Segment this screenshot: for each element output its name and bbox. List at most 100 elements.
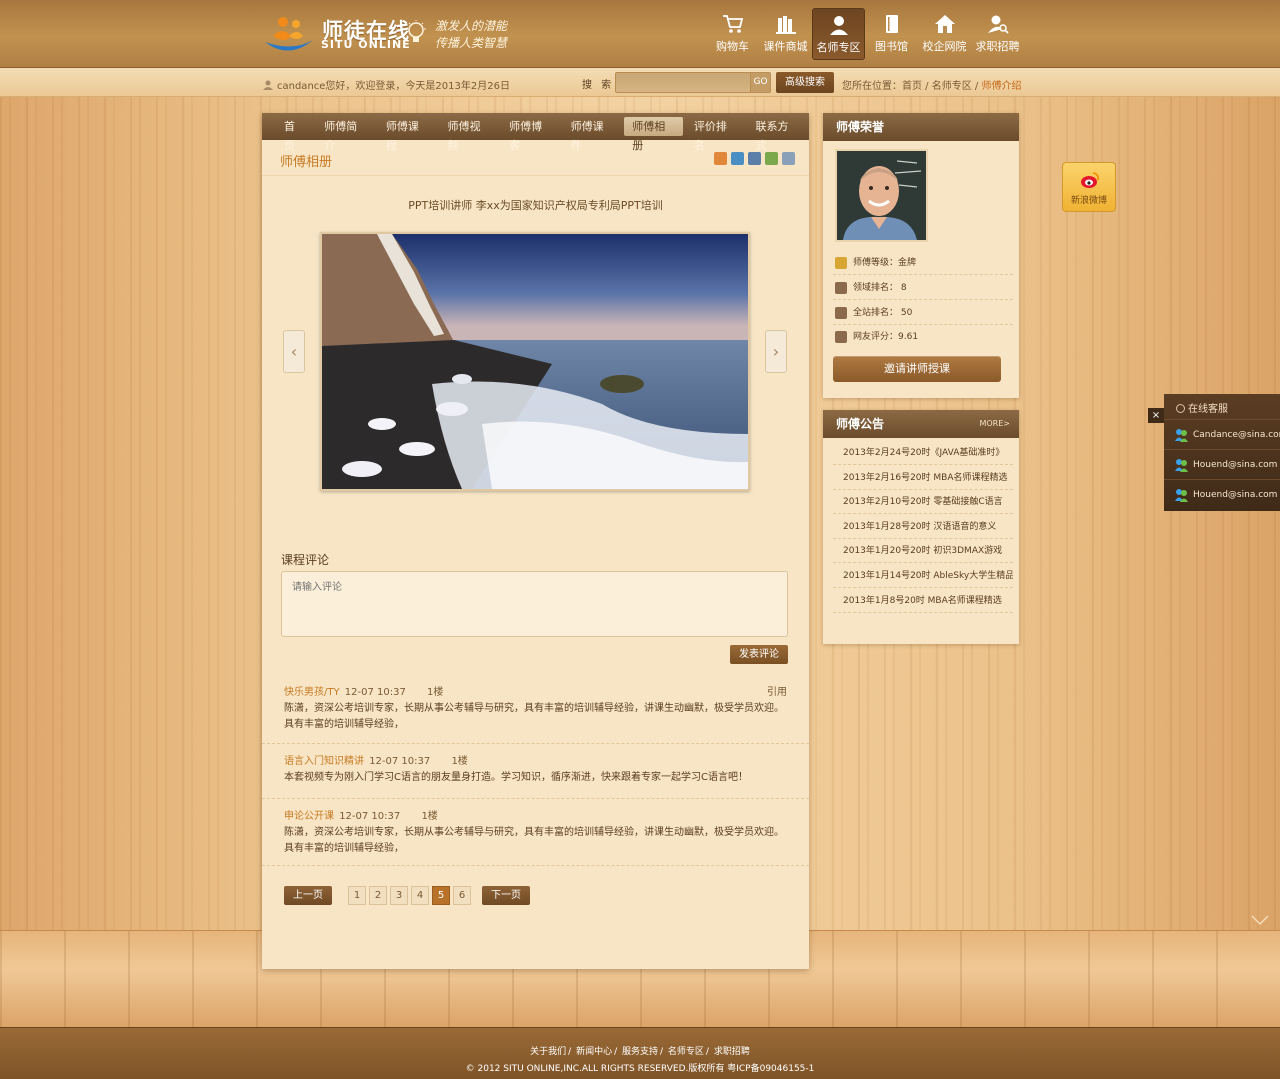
footer-link-support[interactable]: 服务支持	[622, 1047, 658, 1057]
honor-field-rank: 领域排名： 8	[853, 283, 907, 293]
kefu-close-button[interactable]: ×	[1148, 408, 1164, 423]
breadcrumb-teacher-zone[interactable]: 名师专区	[932, 81, 972, 92]
rss-icon[interactable]	[714, 152, 727, 165]
honor-level-row: 师傅等级：金牌	[833, 251, 1013, 275]
notice-box: 师傅公告 MORE> 2013年2月24号20时《JAVA基础准时》 2013年…	[823, 410, 1019, 644]
honor-rating-row: 网友评分：9.61	[833, 325, 1013, 349]
tab-album[interactable]: 师傅相册	[624, 117, 683, 152]
honor-box: 师傅荣誉 师傅等级：金牌 领域排名： 8 全站排名： 50 网友评分：9.61 …	[823, 113, 1019, 398]
weibo-label: 新浪微博	[1070, 196, 1107, 206]
house-icon	[934, 15, 955, 33]
kefu-contact[interactable]: Houend@sina.com	[1164, 479, 1280, 509]
advanced-search-button[interactable]: 高级搜索	[776, 72, 834, 93]
post-comment-button[interactable]: 发表评论	[730, 645, 788, 664]
pdf-icon[interactable]	[748, 152, 761, 165]
nav-courseware-mall[interactable]: 课件商城	[759, 8, 812, 60]
notice-item[interactable]: 2013年2月24号20时《JAVA基础准时》	[833, 441, 1013, 465]
nav-courseware-mall-label: 课件商城	[763, 40, 808, 53]
logo-icon[interactable]	[263, 14, 315, 54]
top-header: 师徒在线 SITU ONLINE 激发人的潜能 传播人类智慧 购物车 课件商城 …	[0, 0, 1280, 68]
divider	[262, 175, 809, 176]
footer-link-jobs[interactable]: 求职招聘	[714, 1047, 750, 1057]
welcome-text: candance您好，欢迎登录，今天是2013年2月26日	[263, 77, 510, 92]
share-icons	[710, 152, 795, 165]
book-icon	[885, 15, 898, 33]
comment-user[interactable]: 申论公开课	[284, 811, 334, 822]
nav-teacher-zone[interactable]: 名师专区	[812, 8, 865, 60]
slogan-line-2: 传播人类智慧	[435, 36, 508, 50]
comment-floor: 1楼	[451, 756, 468, 767]
breadcrumb-separator: /	[922, 81, 932, 92]
notice-item[interactable]: 2013年1月28号20时 汉语语音的意义	[833, 515, 1013, 539]
page-4[interactable]: 4	[411, 886, 429, 905]
comment-user[interactable]: 语言入门知识精讲	[284, 756, 364, 767]
tab-courseware[interactable]: 师傅课件	[563, 117, 622, 152]
search-go-button[interactable]: GO	[750, 72, 771, 93]
notice-item[interactable]: 2013年2月10号20时 零基础接触C语言	[833, 490, 1013, 514]
kefu-title: 在线客服	[1176, 400, 1228, 415]
notice-item[interactable]: 2013年1月8号20时 MBA名师课程精选	[833, 589, 1013, 613]
nav-teacher-zone-label: 名师专区	[816, 41, 861, 54]
album-photo[interactable]	[320, 232, 750, 491]
breadcrumb-home[interactable]: 首页	[902, 81, 922, 92]
breadcrumb-separator: /	[971, 81, 982, 92]
tab-contact[interactable]: 联系方式	[747, 117, 806, 152]
comment-item: 申论公开课 12-07 10:37 1楼 陈潇，资深公考培训专家，长期从事公考辅…	[262, 807, 809, 866]
quote-link[interactable]: 引用	[767, 683, 787, 698]
tab-home[interactable]: 首页	[276, 117, 313, 152]
prev-photo-button[interactable]: ‹	[283, 330, 305, 373]
comment-item: 快乐男孩/TY 12-07 10:37 1楼 引用 陈潇，资深公考培训专家，长期…	[262, 683, 809, 744]
comment-meta: 语言入门知识精讲 12-07 10:37 1楼	[284, 752, 787, 767]
notice-header: 师傅公告 MORE>	[823, 410, 1019, 438]
prev-page-button[interactable]: 上一页	[284, 886, 332, 905]
search-input[interactable]	[615, 72, 751, 93]
page-1[interactable]: 1	[348, 886, 366, 905]
honor-rating: 网友评分：9.61	[853, 332, 919, 342]
nav-school-enterprise[interactable]: 校企网院	[918, 8, 971, 60]
tab-blog[interactable]: 师傅博客	[501, 117, 560, 152]
nav-library[interactable]: 图书馆	[865, 8, 918, 60]
page-5-current[interactable]: 5	[432, 886, 450, 905]
notice-item[interactable]: 2013年1月14号20时 AbleSky大学生精品	[833, 564, 1013, 588]
breadcrumb-current: 师傅介绍	[981, 81, 1022, 92]
nav-cart[interactable]: 购物车	[706, 8, 759, 60]
notice-more-link[interactable]: MORE>	[979, 410, 1010, 438]
slogan: 激发人的潜能 传播人类智慧	[435, 18, 507, 52]
favorite-icon[interactable]	[765, 152, 778, 165]
comment-item: 语言入门知识精讲 12-07 10:37 1楼 本套视频专为刚入门学习C语言的朋…	[262, 752, 809, 799]
notice-item[interactable]: 2013年2月16号20时 MBA名师课程精选	[833, 466, 1013, 490]
album-title: 师傅相册	[280, 155, 333, 170]
page-3[interactable]: 3	[390, 886, 408, 905]
search-label: 搜 索	[582, 80, 615, 91]
next-page-button[interactable]: 下一页	[482, 886, 530, 905]
footer-link-teachers[interactable]: 名师专区	[668, 1047, 704, 1057]
nav-jobs[interactable]: 求职招聘	[971, 8, 1024, 60]
thumb-up-icon	[835, 307, 847, 319]
notice-item[interactable]: 2013年1月20号20时 初识3DMAX游戏	[833, 539, 1013, 563]
tab-videos[interactable]: 师傅视频	[439, 117, 498, 152]
tab-courses[interactable]: 师傅课程	[378, 117, 437, 152]
tab-intro[interactable]: 师傅简介	[316, 117, 375, 152]
nav-library-label: 图书馆	[875, 40, 908, 53]
comment-user[interactable]: 快乐男孩/TY	[284, 687, 340, 698]
page-2[interactable]: 2	[369, 886, 387, 905]
user-icon	[263, 80, 273, 90]
footer-link-about[interactable]: 关于我们	[530, 1047, 566, 1057]
invite-teacher-button[interactable]: 邀请讲师授课	[833, 356, 1001, 382]
tab-ranking[interactable]: 评价排名	[686, 117, 745, 152]
medal-icon	[835, 282, 847, 294]
comment-body: 陈潇，资深公考培训专家，长期从事公考辅导与研究，具有丰富的培训辅导经验，讲课生动…	[284, 703, 784, 730]
scroll-down-icon[interactable]	[1250, 913, 1270, 927]
minimize-icon[interactable]	[1176, 404, 1185, 413]
kefu-contact-email: Houend@sina.com	[1193, 490, 1278, 500]
kefu-contact[interactable]: Candance@sina.com	[1164, 419, 1280, 449]
comment-input[interactable]	[281, 571, 788, 637]
qq-share-icon[interactable]	[731, 152, 744, 165]
next-photo-button[interactable]: ›	[765, 330, 787, 373]
plus-icon[interactable]	[782, 152, 795, 165]
page-6[interactable]: 6	[453, 886, 471, 905]
weibo-button[interactable]: 新浪微博	[1062, 162, 1116, 212]
kefu-contact[interactable]: Houend@sina.com	[1164, 449, 1280, 479]
footer-link-news[interactable]: 新闻中心	[576, 1047, 612, 1057]
teacher-avatar[interactable]	[835, 149, 928, 242]
